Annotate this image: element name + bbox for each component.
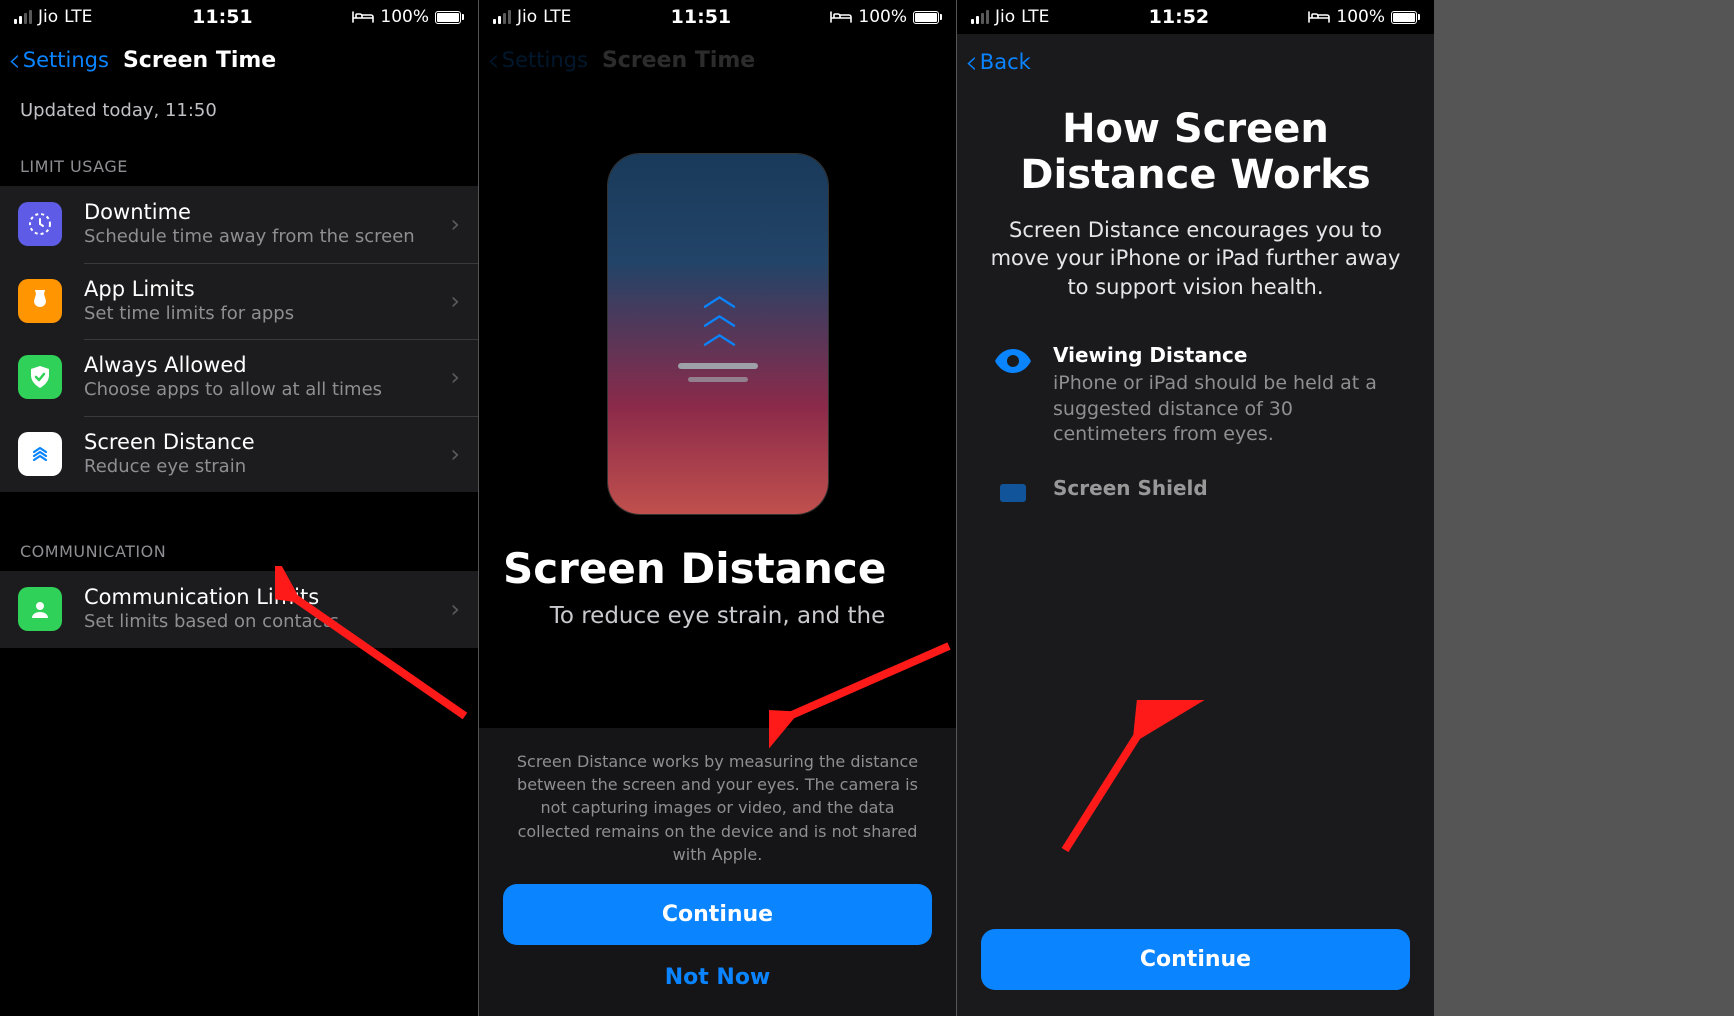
clock: 11:51 — [192, 6, 252, 28]
back-label: Settings — [23, 48, 109, 72]
signal-icon — [971, 10, 989, 24]
row-sub: Reduce eye strain — [84, 456, 450, 479]
eye-icon — [985, 343, 1041, 375]
row-title: App Limits — [84, 277, 450, 301]
battery-icon — [435, 11, 464, 24]
chevron-right-icon: › — [450, 287, 460, 315]
row-title: Downtime — [84, 200, 450, 224]
row-downtime[interactable]: Downtime Schedule time away from the scr… — [0, 186, 478, 263]
chevron-left-icon: ‹ — [965, 46, 978, 78]
row-title: Communication Limits — [84, 585, 450, 609]
screenshot-settings-list: Jio LTE 11:51 100% ‹ Settings Screen Tim… — [0, 0, 478, 1016]
row-title: Always Allowed — [84, 353, 450, 377]
back-button[interactable]: ‹ Back — [965, 46, 1031, 78]
network-label: LTE — [1021, 7, 1049, 27]
row-sub: Set time limits for apps — [84, 303, 450, 326]
lead-text: Screen Distance encourages you to move y… — [981, 216, 1410, 301]
shield-icon — [985, 476, 1041, 510]
always-allowed-icon — [18, 355, 62, 399]
screen-distance-icon — [18, 432, 62, 476]
chevrons-up-icon: ︿︿︿ — [703, 286, 733, 342]
bed-icon — [1308, 10, 1330, 24]
status-bar: Jio LTE 11:52 100% — [957, 0, 1434, 34]
nav-bar: ‹ Settings Screen Time — [0, 34, 478, 86]
feature-viewing-distance: Viewing Distance iPhone or iPad should b… — [957, 343, 1434, 476]
row-sub: Set limits based on contacts — [84, 611, 450, 634]
clock: 11:51 — [671, 6, 731, 28]
back-button[interactable]: ‹ Settings — [8, 44, 109, 76]
status-bar: Jio LTE 11:51 100% — [479, 0, 956, 34]
clock: 11:52 — [1149, 6, 1209, 28]
feature-title: Viewing Distance — [1053, 343, 1406, 367]
battery-pct: 100% — [1336, 7, 1385, 27]
chevron-left-icon: ‹ — [8, 44, 21, 76]
battery-icon — [913, 11, 942, 24]
privacy-text: Screen Distance works by measuring the d… — [513, 750, 922, 866]
battery-pct: 100% — [858, 7, 907, 27]
chevron-right-icon: › — [450, 363, 460, 391]
row-sub: Choose apps to allow at all times — [84, 379, 450, 402]
battery-pct: 100% — [380, 7, 429, 27]
signal-icon — [14, 10, 32, 24]
updated-label: Updated today, 11:50 — [0, 86, 478, 127]
chevron-right-icon: › — [450, 440, 460, 468]
app-limits-icon — [18, 279, 62, 323]
feature-screen-shield: Screen Shield — [957, 476, 1434, 538]
continue-button[interactable]: Continue — [981, 929, 1410, 990]
not-now-button[interactable]: Not Now — [503, 945, 932, 994]
network-label: LTE — [543, 7, 571, 27]
row-screen-distance[interactable]: Screen Distance Reduce eye strain › — [0, 416, 478, 493]
row-app-limits[interactable]: App Limits Set time limits for apps › — [0, 263, 478, 340]
feature-title: Screen Shield — [1053, 476, 1406, 500]
section-header-comm: COMMUNICATION — [0, 492, 478, 571]
limit-usage-group: Downtime Schedule time away from the scr… — [0, 186, 478, 492]
battery-icon — [1391, 11, 1420, 24]
row-title: Screen Distance — [84, 430, 450, 454]
chevron-right-icon: › — [450, 595, 460, 623]
comm-limits-icon — [18, 587, 62, 631]
signal-icon — [493, 10, 511, 24]
carrier-label: Jio — [517, 7, 537, 27]
row-sub: Schedule time away from the screen — [84, 226, 450, 249]
back-label: Back — [980, 50, 1031, 74]
hero-subtitle: To reduce eye strain, and the — [503, 603, 932, 629]
bed-icon — [352, 10, 374, 24]
hero-phone-illustration: ︿︿︿ — [608, 154, 828, 514]
network-label: LTE — [64, 7, 92, 27]
communication-group: Communication Limits Set limits based on… — [0, 571, 478, 648]
screenshot-how-it-works: Jio LTE 11:52 100% ‹ Back How Screen Dis… — [956, 0, 1434, 1016]
status-bar: Jio LTE 11:51 100% — [0, 0, 478, 34]
bed-icon — [830, 10, 852, 24]
nav-bar: ‹ Back — [957, 34, 1434, 90]
carrier-label: Jio — [995, 7, 1015, 27]
section-header-limit: LIMIT USAGE — [0, 127, 478, 186]
hero-title: Screen Distance — [503, 544, 932, 593]
carrier-label: Jio — [38, 7, 58, 27]
chevron-right-icon: › — [450, 210, 460, 238]
continue-button[interactable]: Continue — [503, 884, 932, 945]
feature-body: iPhone or iPad should be held at a sugge… — [1053, 371, 1406, 448]
row-communication-limits[interactable]: Communication Limits Set limits based on… — [0, 571, 478, 648]
bottom-sheet: Screen Distance works by measuring the d… — [479, 728, 956, 1016]
row-always-allowed[interactable]: Always Allowed Choose apps to allow at a… — [0, 339, 478, 416]
downtime-icon — [18, 202, 62, 246]
page-title: How Screen Distance Works — [981, 106, 1410, 198]
screenshot-screen-distance-intro: Jio LTE 11:51 100% ‹Settings Screen Time… — [478, 0, 956, 1016]
page-title: Screen Time — [123, 48, 276, 73]
